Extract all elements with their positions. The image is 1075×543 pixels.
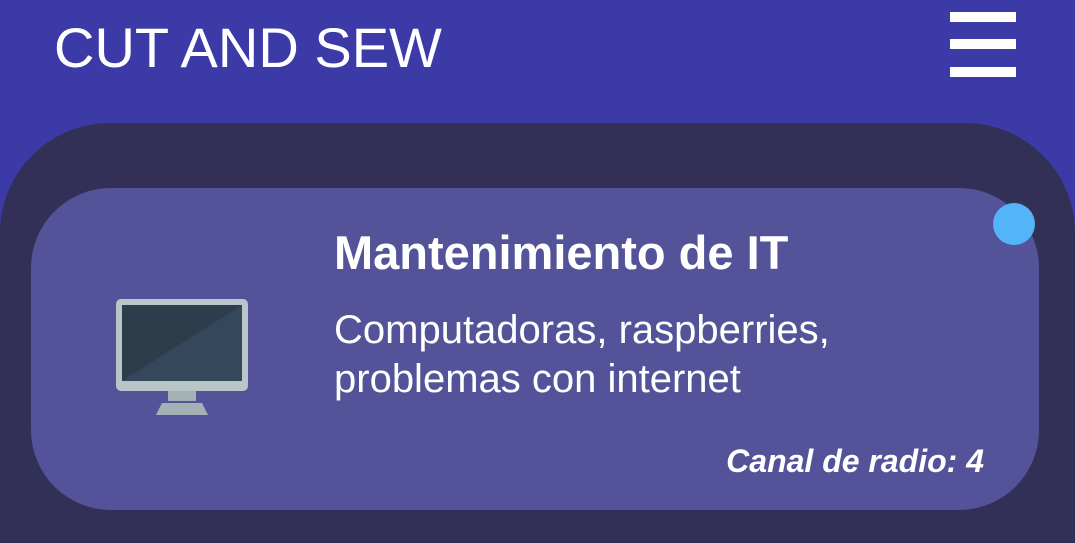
card-description: Computadoras, raspberries, problemas con… xyxy=(334,308,830,401)
card-channel: Canal de radio: 4 xyxy=(726,443,984,479)
menu-button[interactable] xyxy=(950,12,1016,78)
card-title: Mantenimiento de IT xyxy=(334,226,789,279)
app-bar: CUT AND SEW xyxy=(0,0,1075,120)
status-indicator xyxy=(993,203,1035,245)
desktop-monitor-icon xyxy=(116,299,248,415)
app-title: CUT AND SEW xyxy=(54,16,442,79)
